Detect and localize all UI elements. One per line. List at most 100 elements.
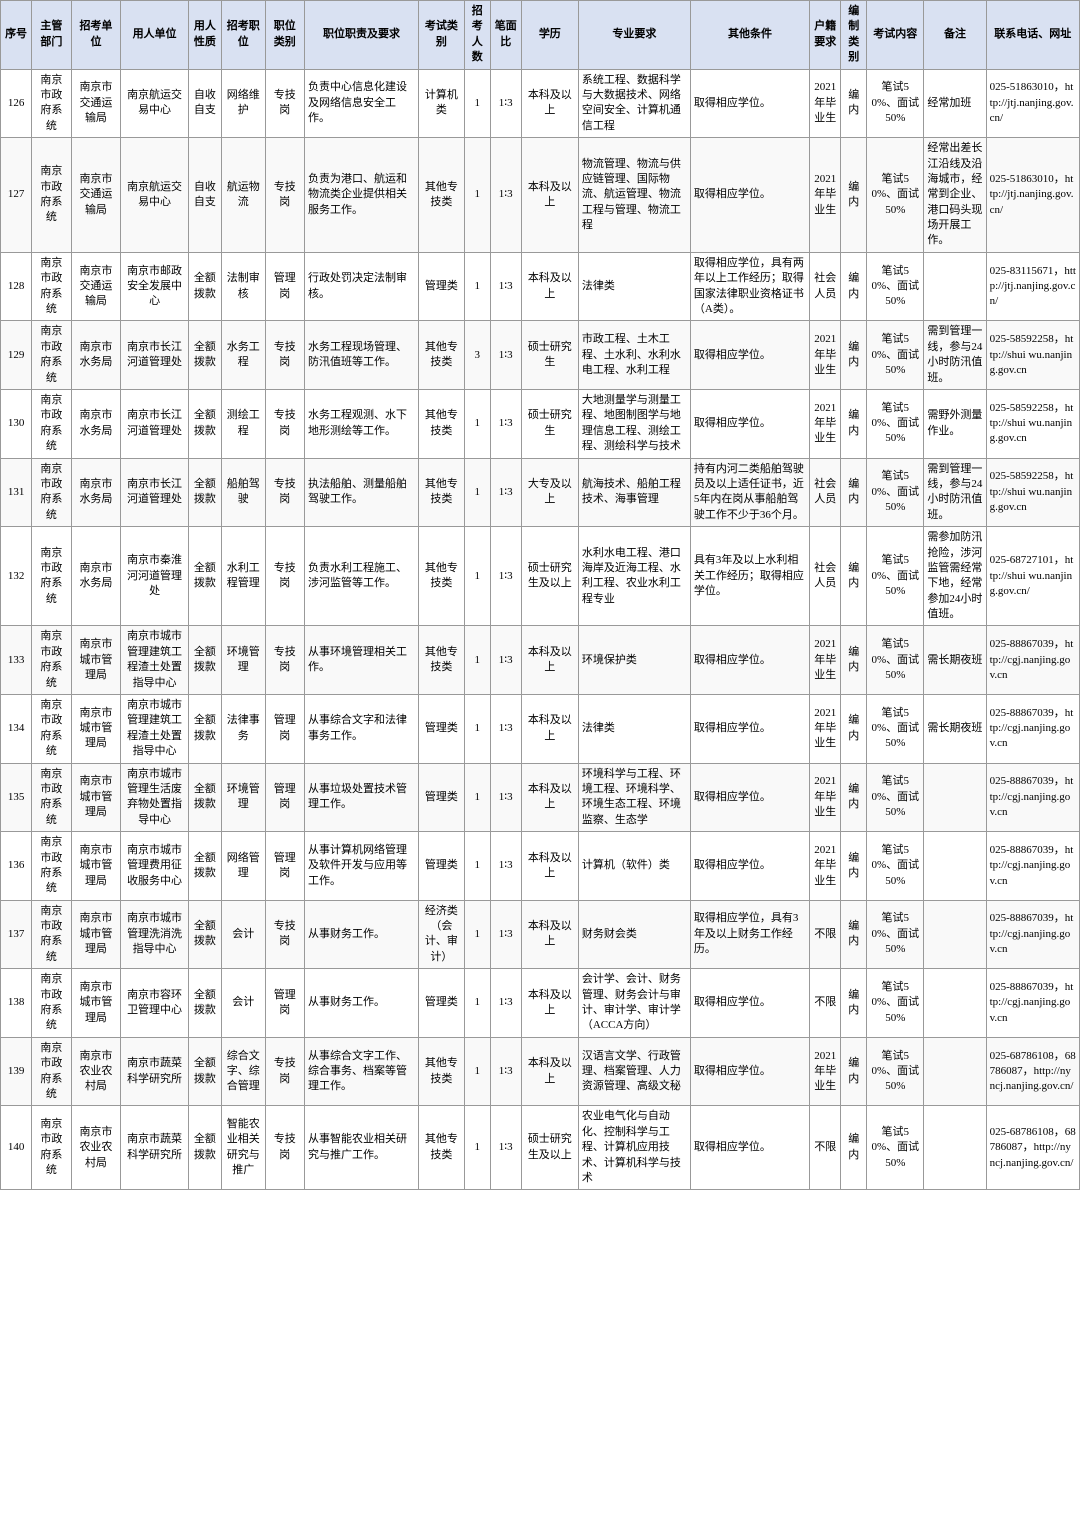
cell-exam: 管理类 — [419, 969, 465, 1038]
cell-dept: 南京市交通运输局 — [71, 69, 121, 138]
table-row: 126南京市政府系统南京市交通运输局南京航运交易中心自收自支网络维护专技岗负责中… — [1, 69, 1080, 138]
cell-dept: 南京市城市管理局 — [71, 695, 121, 764]
table-row: 135南京市政府系统南京市城市管理局南京市城市管理生活废弃物处置指导中心全额拨款… — [1, 763, 1080, 832]
cell-other: 取得相应学位。 — [690, 695, 809, 764]
cell-pos: 网络管理 — [221, 832, 265, 901]
cell-exam2: 笔试50%、面试50% — [867, 458, 924, 527]
cell-contact: 025-88867039，http://cgj.nanjing.gov.cn — [986, 832, 1079, 901]
cell-other: 取得相应学位。 — [690, 138, 809, 253]
table-row: 130南京市政府系统南京市水务局南京市长江河道管理处全额拨款测绘工程专技岗水务工… — [1, 389, 1080, 458]
cell-note — [924, 832, 986, 901]
cell-unit: 南京市容环卫管理中心 — [121, 969, 188, 1038]
cell-other: 取得相应学位。 — [690, 1037, 809, 1106]
cell-other: 取得相应学位。 — [690, 321, 809, 390]
table-row: 129南京市政府系统南京市水务局南京市长江河道管理处全额拨款水务工程专技岗水务工… — [1, 321, 1080, 390]
cell-contact: 025-88867039，http://cgj.nanjing.gov.cn — [986, 900, 1079, 969]
table-row: 140南京市政府系统南京市农业农村局南京市蔬菜科学研究所全额拨款智能农业相关研究… — [1, 1106, 1080, 1190]
cell-major: 物流管理、物流与供应链管理、国际物流、航运管理、物流工程与管理、物流工程 — [578, 138, 690, 253]
cell-bianzhi: 编内 — [841, 900, 867, 969]
cell-major: 航海技术、船舶工程技术、海事管理 — [578, 458, 690, 527]
cell-nature: 全额拨款 — [188, 1106, 221, 1190]
cell-edu: 大专及以上 — [521, 458, 578, 527]
cell-no: 127 — [1, 138, 32, 253]
cell-nature: 全额拨款 — [188, 626, 221, 695]
cell-cat: 管理岗 — [265, 832, 304, 901]
cell-edu: 硕士研究生 — [521, 389, 578, 458]
cell-exam2: 笔试50%、面试50% — [867, 626, 924, 695]
cell-ratio: 1∶3 — [490, 69, 521, 138]
cell-num: 1 — [464, 69, 490, 138]
cell-sys: 南京市政府系统 — [32, 389, 71, 458]
cell-edu: 硕士研究生及以上 — [521, 1106, 578, 1190]
header-bianzhi: 编制类别 — [841, 1, 867, 70]
cell-edu: 本科及以上 — [521, 252, 578, 321]
cell-bianzhi: 编内 — [841, 458, 867, 527]
cell-contact: 025-58592258，http://shui wu.nanjing.gov.… — [986, 389, 1079, 458]
cell-pos: 智能农业相关研究与推广 — [221, 1106, 265, 1190]
cell-unit: 南京市秦淮河河道管理处 — [121, 527, 188, 626]
recruitment-table: 序号 主管部门 招考单位 用人单位 用人性质 招考职位 职位类别 职位职责及要求… — [0, 0, 1080, 1190]
cell-exam2: 笔试50%、面试50% — [867, 1106, 924, 1190]
cell-duty: 行政处罚决定法制审核。 — [304, 252, 418, 321]
cell-bianzhi: 编内 — [841, 763, 867, 832]
header-exam2: 考试内容 — [867, 1, 924, 70]
cell-note: 经常出差长江沿线及沿海城市，经常到企业、港口码头现场开展工作。 — [924, 138, 986, 253]
cell-duty: 负责水利工程施工、涉河监管等工作。 — [304, 527, 418, 626]
cell-dept: 南京市城市管理局 — [71, 626, 121, 695]
cell-exam2: 笔试50%、面试50% — [867, 1037, 924, 1106]
cell-sys: 南京市政府系统 — [32, 458, 71, 527]
cell-cat: 专技岗 — [265, 527, 304, 626]
cell-pos: 网络维护 — [221, 69, 265, 138]
cell-duty: 水务工程观测、水下地形测绘等工作。 — [304, 389, 418, 458]
cell-num: 3 — [464, 321, 490, 390]
cell-no: 135 — [1, 763, 32, 832]
cell-note — [924, 763, 986, 832]
cell-sys: 南京市政府系统 — [32, 1037, 71, 1106]
cell-huji: 2021年毕业生 — [810, 695, 841, 764]
header-unit: 用人单位 — [121, 1, 188, 70]
cell-nature: 全额拨款 — [188, 763, 221, 832]
cell-no: 132 — [1, 527, 32, 626]
header-other: 其他条件 — [690, 1, 809, 70]
cell-other: 取得相应学位，具有3年及以上财务工作经历。 — [690, 900, 809, 969]
cell-exam2: 笔试50%、面试50% — [867, 900, 924, 969]
table-row: 131南京市政府系统南京市水务局南京市长江河道管理处全额拨款船舶驾驶专技岗执法船… — [1, 458, 1080, 527]
cell-ratio: 1∶3 — [490, 389, 521, 458]
cell-exam: 其他专技类 — [419, 389, 465, 458]
cell-dept: 南京市农业农村局 — [71, 1106, 121, 1190]
cell-ratio: 1∶3 — [490, 969, 521, 1038]
cell-no: 129 — [1, 321, 32, 390]
cell-pos: 航运物流 — [221, 138, 265, 253]
cell-unit: 南京市城市管理洗消洗指导中心 — [121, 900, 188, 969]
cell-dept: 南京市城市管理局 — [71, 900, 121, 969]
cell-pos: 水利工程管理 — [221, 527, 265, 626]
cell-dept: 南京市水务局 — [71, 389, 121, 458]
cell-other: 取得相应学位。 — [690, 1106, 809, 1190]
cell-exam2: 笔试50%、面试50% — [867, 69, 924, 138]
cell-duty: 从事环境管理相关工作。 — [304, 626, 418, 695]
cell-contact: 025-58592258，http://shui wu.nanjing.gov.… — [986, 458, 1079, 527]
header-nature: 用人性质 — [188, 1, 221, 70]
cell-bianzhi: 编内 — [841, 69, 867, 138]
cell-major: 计算机（软件）类 — [578, 832, 690, 901]
cell-sys: 南京市政府系统 — [32, 69, 71, 138]
cell-huji: 不限 — [810, 900, 841, 969]
cell-pos: 环境管理 — [221, 626, 265, 695]
cell-note: 需长期夜班 — [924, 695, 986, 764]
cell-num: 1 — [464, 527, 490, 626]
cell-nature: 全额拨款 — [188, 969, 221, 1038]
cell-exam: 其他专技类 — [419, 626, 465, 695]
cell-exam: 管理类 — [419, 763, 465, 832]
cell-no: 138 — [1, 969, 32, 1038]
cell-ratio: 1∶3 — [490, 900, 521, 969]
cell-exam: 其他专技类 — [419, 138, 465, 253]
header-no: 序号 — [1, 1, 32, 70]
cell-pos: 会计 — [221, 900, 265, 969]
cell-exam: 其他专技类 — [419, 321, 465, 390]
cell-bianzhi: 编内 — [841, 626, 867, 695]
cell-note: 需参加防汛抢险，涉河监管需经常下地，经常参加24小时值班。 — [924, 527, 986, 626]
cell-sys: 南京市政府系统 — [32, 138, 71, 253]
cell-sys: 南京市政府系统 — [32, 832, 71, 901]
cell-contact: 025-58592258，http://shui wu.nanjing.gov.… — [986, 321, 1079, 390]
cell-contact: 025-51863010，http://jtj.nanjing.gov.cn/ — [986, 138, 1079, 253]
